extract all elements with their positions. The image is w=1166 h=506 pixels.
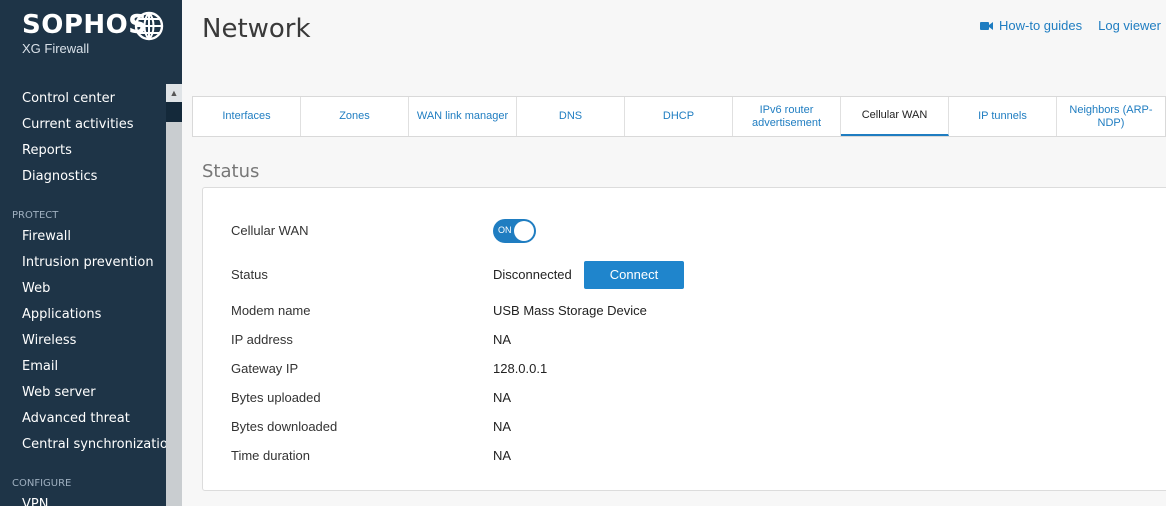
brand-product: XG Firewall bbox=[22, 41, 90, 56]
video-camera-icon bbox=[980, 21, 994, 30]
toggle-knob bbox=[514, 221, 534, 241]
sidebar-item-control-center[interactable]: Control center bbox=[0, 88, 166, 114]
bytes-uploaded-label: Bytes uploaded bbox=[231, 390, 321, 405]
sidebar-item-web-server[interactable]: Web server bbox=[0, 382, 166, 408]
tab-cellular-wan[interactable]: Cellular WAN bbox=[841, 97, 949, 136]
time-duration-value: NA bbox=[493, 448, 512, 463]
status-panel: Cellular WAN ON Status Disconnected Conn… bbox=[202, 187, 1166, 491]
gateway-ip-value: 128.0.0.1 bbox=[493, 361, 548, 376]
gateway-ip-label: Gateway IP bbox=[231, 361, 299, 376]
page-title: Network bbox=[202, 14, 311, 44]
tab-zones[interactable]: Zones bbox=[301, 97, 409, 136]
network-tabs: Interfaces Zones WAN link manager DNS DH… bbox=[192, 96, 1166, 137]
sidebar: SOPHOS XG Firewall Control center Curren… bbox=[0, 0, 182, 506]
sidebar-item-firewall[interactable]: Firewall bbox=[0, 226, 166, 252]
sidebar-item-diagnostics[interactable]: Diagnostics bbox=[0, 166, 166, 192]
bytes-downloaded-value: NA bbox=[493, 419, 512, 434]
connect-button[interactable]: Connect bbox=[584, 261, 684, 289]
time-duration-label: Time duration bbox=[231, 448, 310, 463]
sidebar-item-email[interactable]: Email bbox=[0, 356, 166, 382]
tab-interfaces[interactable]: Interfaces bbox=[193, 97, 301, 136]
sidebar-item-central-synchronization[interactable]: Central synchronization bbox=[0, 434, 176, 460]
ip-address-label: IP address bbox=[231, 332, 293, 347]
ip-address-value: NA bbox=[493, 332, 512, 347]
sidebar-item-reports[interactable]: Reports bbox=[0, 140, 166, 166]
toggle-state-label: ON bbox=[498, 225, 512, 235]
brand: SOPHOS XG Firewall bbox=[22, 10, 147, 56]
how-to-guides-label: How-to guides bbox=[999, 18, 1083, 33]
bytes-downloaded-label: Bytes downloaded bbox=[231, 419, 338, 434]
modem-name-label: Modem name bbox=[231, 303, 311, 318]
sidebar-item-current-activities[interactable]: Current activities bbox=[0, 114, 166, 140]
sidebar-item-wireless[interactable]: Wireless bbox=[0, 330, 166, 356]
section-title: Status bbox=[202, 161, 260, 182]
sidebar-section-configure: CONFIGURE bbox=[12, 478, 72, 489]
sidebar-nav: Control center Current activities Report… bbox=[0, 88, 176, 506]
tab-ipv6-router-advertisement[interactable]: IPv6 router advertisement bbox=[733, 97, 841, 136]
sidebar-item-vpn[interactable]: VPN bbox=[0, 494, 166, 506]
tab-dns[interactable]: DNS bbox=[517, 97, 625, 136]
cellular-wan-toggle[interactable]: ON bbox=[493, 219, 536, 243]
bytes-uploaded-value: NA bbox=[493, 390, 512, 405]
scroll-up-arrow-icon[interactable]: ▲ bbox=[166, 84, 182, 102]
top-links: How-to guides Log viewer bbox=[980, 18, 1161, 33]
how-to-guides-link[interactable]: How-to guides bbox=[980, 18, 1082, 33]
brand-name: SOPHOS bbox=[22, 10, 148, 40]
modem-name-value: USB Mass Storage Device bbox=[493, 303, 647, 318]
status-value: Disconnected bbox=[493, 267, 572, 282]
sidebar-item-web[interactable]: Web bbox=[0, 278, 166, 304]
sidebar-scroll-thumb[interactable] bbox=[166, 122, 182, 506]
tab-ip-tunnels[interactable]: IP tunnels bbox=[949, 97, 1057, 136]
tab-neighbors[interactable]: Neighbors (ARP-NDP) bbox=[1057, 97, 1165, 136]
tab-dhcp[interactable]: DHCP bbox=[625, 97, 733, 136]
status-label: Status bbox=[231, 267, 268, 282]
sidebar-item-intrusion-prevention[interactable]: Intrusion prevention bbox=[0, 252, 166, 278]
sidebar-item-advanced-threat[interactable]: Advanced threat bbox=[0, 408, 166, 434]
log-viewer-link[interactable]: Log viewer bbox=[1098, 18, 1161, 33]
sidebar-section-protect: PROTECT bbox=[12, 210, 59, 221]
tab-wan-link-manager[interactable]: WAN link manager bbox=[409, 97, 517, 136]
cellular-wan-label: Cellular WAN bbox=[231, 223, 309, 238]
sidebar-item-applications[interactable]: Applications bbox=[0, 304, 166, 330]
globe-logo-icon bbox=[134, 11, 164, 41]
